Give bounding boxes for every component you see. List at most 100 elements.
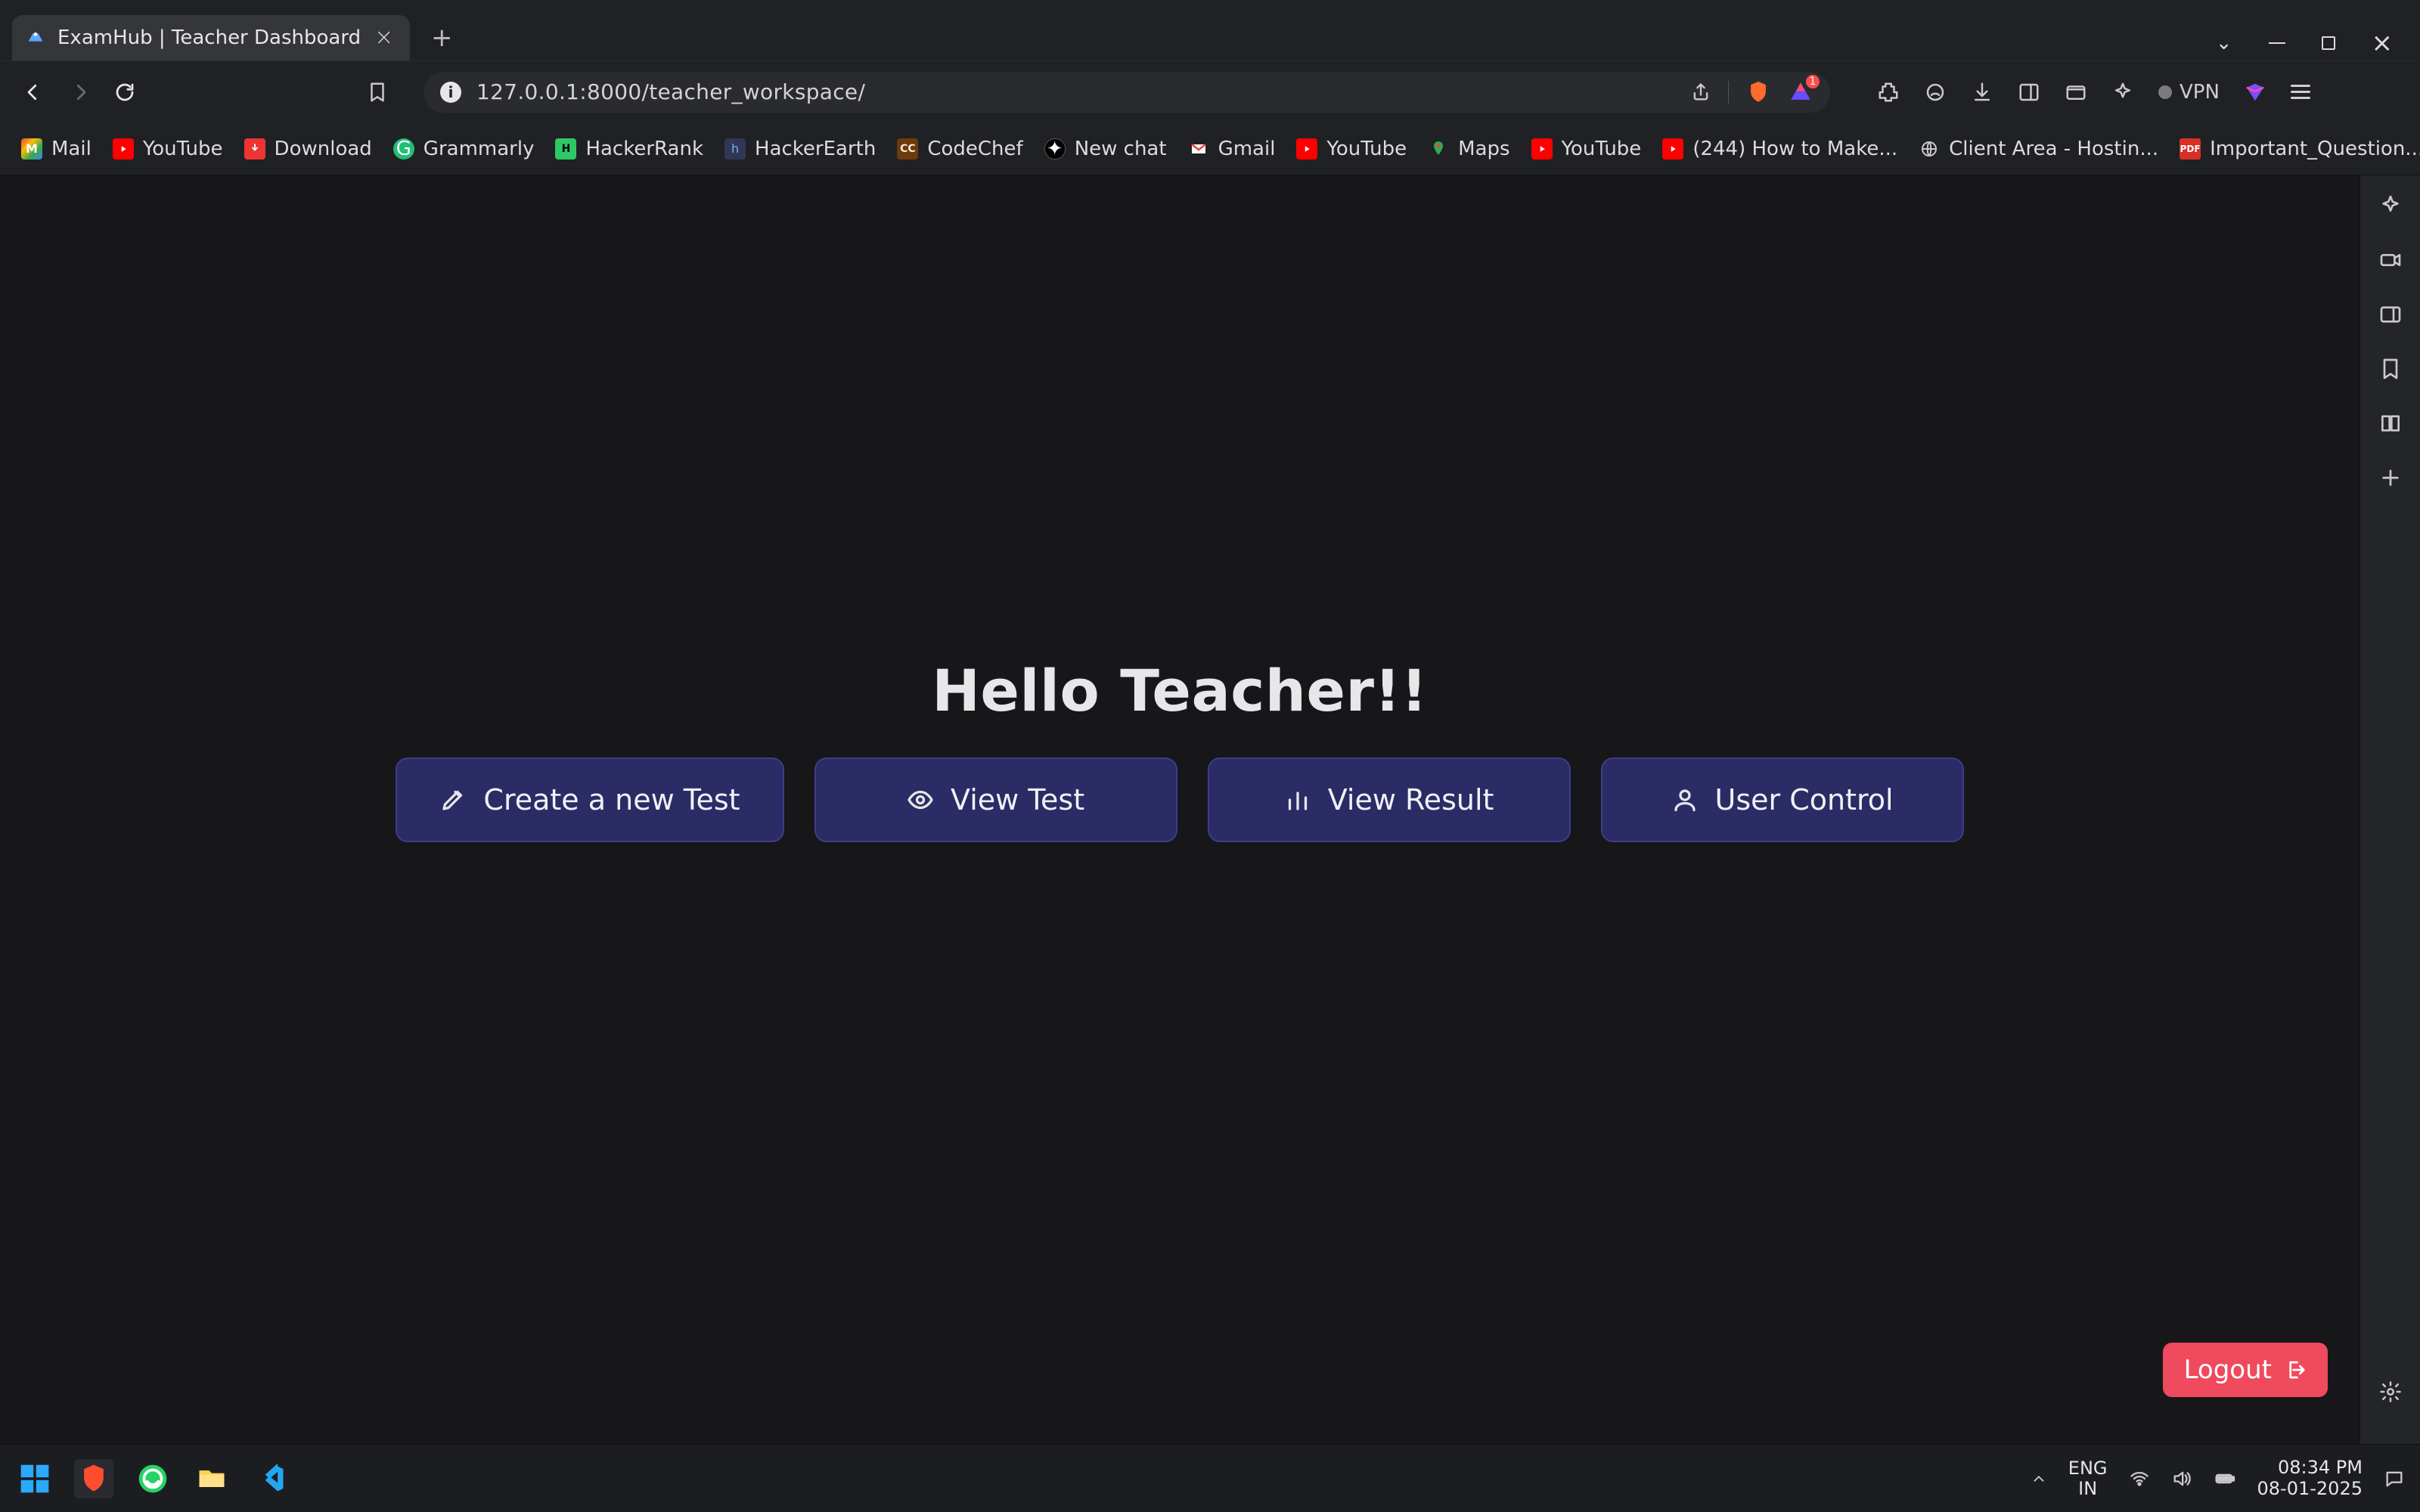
new-tab-button[interactable]: +: [425, 21, 458, 54]
bookmark-codechef[interactable]: CC CodeChef: [897, 138, 1022, 160]
taskbar-app-vscode[interactable]: [251, 1459, 290, 1498]
brave-rewards-icon[interactable]: 1: [1788, 79, 1813, 105]
bookmark-grammarly[interactable]: GGrammarly: [393, 138, 535, 160]
bookmark-new-chat[interactable]: ✦ New chat: [1044, 138, 1167, 160]
button-label: View Test: [951, 783, 1084, 816]
window-maximize-button[interactable]: [2322, 36, 2335, 50]
tab-search-chevron-icon[interactable]: ⌄: [2216, 32, 2232, 54]
share-icon[interactable]: [1690, 82, 1711, 103]
bookmark-side-icon[interactable]: [2378, 357, 2403, 381]
pencil-icon: [439, 786, 467, 813]
bookmark-label: (244) How to Make...: [1692, 138, 1897, 160]
wallet-icon[interactable]: [2065, 81, 2087, 104]
wifi-icon[interactable]: [2129, 1468, 2150, 1489]
bar-chart-icon: [1284, 786, 1311, 813]
bookmark-gmail[interactable]: Gmail: [1188, 138, 1276, 160]
bookmark-label: Client Area - Hostin...: [1949, 138, 2158, 160]
bookmark-client-area[interactable]: Client Area - Hostin...: [1919, 138, 2158, 160]
taskbar-app-brave[interactable]: [74, 1459, 113, 1498]
bookmark-youtube-2[interactable]: YouTube: [1296, 138, 1407, 160]
bookmark-youtube-3[interactable]: YouTube: [1531, 138, 1642, 160]
bookmark-youtube[interactable]: YouTube: [113, 138, 223, 160]
gmail-icon: [1188, 138, 1209, 160]
reload-button[interactable]: [113, 81, 136, 104]
clock[interactable]: 08:34 PM 08-01-2025: [2257, 1458, 2363, 1499]
window-minimize-button[interactable]: [2269, 42, 2285, 44]
bookmark-page-sparkle-icon[interactable]: [2111, 81, 2134, 104]
browser-side-panel: [2360, 175, 2420, 1444]
bookmark-howto[interactable]: (244) How to Make...: [1662, 138, 1897, 160]
browser-tab-active[interactable]: ExamHub | Teacher Dashboard ×: [12, 15, 410, 60]
bookmark-important-questions[interactable]: PDFImportant_Question...: [2180, 138, 2420, 160]
video-camera-icon[interactable]: [2378, 248, 2403, 272]
codechef-icon: CC: [897, 138, 918, 160]
button-label: View Result: [1328, 783, 1494, 816]
language-top: ENG: [2068, 1458, 2108, 1478]
separator: [1728, 81, 1729, 104]
bookmark-mail[interactable]: M Mail: [21, 138, 92, 160]
view-test-button[interactable]: View Test: [814, 758, 1177, 842]
add-panel-item-icon[interactable]: [2378, 466, 2403, 490]
taskbar-app-file-explorer[interactable]: [192, 1459, 231, 1498]
bookmark-download[interactable]: Download: [244, 138, 372, 160]
bookmark-label: YouTube: [143, 138, 223, 160]
bookmark-maps[interactable]: Maps: [1428, 138, 1509, 160]
notifications-icon[interactable]: [2384, 1468, 2405, 1489]
bookmark-label: New chat: [1075, 138, 1167, 160]
bookmark-label: YouTube: [1562, 138, 1642, 160]
leo-ai-icon[interactable]: [1924, 81, 1947, 104]
bookmark-label: Gmail: [1218, 138, 1276, 160]
panel-right-icon[interactable]: [2378, 302, 2403, 327]
bookmark-hackerrank[interactable]: H HackerRank: [555, 138, 703, 160]
view-result-button[interactable]: View Result: [1208, 758, 1571, 842]
page-body: Hello Teacher!! Create a new Test: [0, 175, 2360, 1444]
bookmark-this-page-icon[interactable]: [366, 81, 389, 104]
bookmarks-bar: M Mail YouTube Download GGrammarly H Hacke…: [0, 122, 2420, 175]
youtube-icon: [113, 138, 134, 160]
tray-chevron-icon[interactable]: [2031, 1470, 2047, 1487]
reading-list-icon[interactable]: [2378, 411, 2403, 435]
language-indicator[interactable]: ENG IN: [2068, 1458, 2108, 1498]
volume-icon[interactable]: [2171, 1468, 2192, 1489]
maps-icon: [1428, 138, 1449, 160]
taskbar-app-whatsapp[interactable]: [133, 1459, 172, 1498]
vpn-label: VPN: [2180, 81, 2220, 104]
brave-shield-icon[interactable]: [1745, 79, 1771, 105]
address-bar[interactable]: i 127.0.0.1:8000/teacher_workspace/ 1: [424, 72, 1830, 113]
bookmark-label: Maps: [1458, 138, 1509, 160]
bookmark-label: Mail: [51, 138, 92, 160]
clock-date: 08-01-2025: [2257, 1479, 2363, 1500]
plus-icon: +: [431, 23, 453, 53]
settings-gear-icon[interactable]: [2379, 1380, 2402, 1403]
hackerrank-icon: H: [555, 138, 576, 160]
leo-sparkle-icon[interactable]: [2378, 194, 2403, 218]
user-control-button[interactable]: User Control: [1601, 758, 1964, 842]
vpn-button[interactable]: VPN: [2158, 81, 2220, 104]
extensions-icon[interactable]: [1877, 81, 1900, 104]
tab-title: ExamHub | Teacher Dashboard: [57, 26, 361, 49]
bookmark-hackerearth[interactable]: hHackerEarth: [724, 138, 876, 160]
sidebar-toggle-icon[interactable]: [2018, 81, 2040, 104]
site-info-icon[interactable]: i: [440, 82, 461, 103]
back-button[interactable]: [17, 76, 48, 108]
app-menu-icon[interactable]: [2291, 85, 2310, 99]
logout-button[interactable]: Logout: [2163, 1343, 2328, 1397]
bookmark-label: Download: [275, 138, 372, 160]
bookmark-label: HackerRank: [585, 138, 703, 160]
logout-label: Logout: [2184, 1355, 2272, 1385]
bookmark-label: YouTube: [1326, 138, 1407, 160]
start-button[interactable]: [15, 1459, 54, 1498]
close-tab-icon[interactable]: ×: [371, 26, 396, 49]
forward-button[interactable]: [65, 76, 97, 108]
download-icon[interactable]: [1971, 81, 1993, 104]
brave-wallet-color-icon[interactable]: [2244, 81, 2266, 104]
window-close-button[interactable]: ×: [2372, 30, 2394, 56]
rewards-badge: 1: [1806, 75, 1820, 88]
youtube-icon: [1662, 138, 1683, 160]
battery-icon[interactable]: [2214, 1467, 2236, 1490]
create-test-button[interactable]: Create a new Test: [396, 758, 783, 842]
download-icon: [244, 138, 265, 160]
bookmark-label: CodeChef: [927, 138, 1022, 160]
chat-icon: ✦: [1044, 138, 1066, 160]
mail-icon: M: [21, 138, 42, 160]
